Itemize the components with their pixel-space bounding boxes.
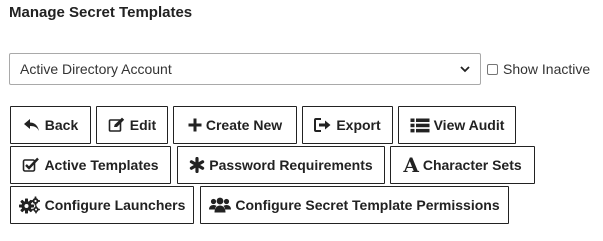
view-audit-button[interactable]: View Audit <box>398 106 516 144</box>
export-icon <box>314 118 332 132</box>
template-select-value: Active Directory Account <box>20 61 172 77</box>
page-title: Manage Secret Templates <box>9 4 193 21</box>
password-requirements-button[interactable]: Password Requirements <box>177 146 385 184</box>
show-inactive-toggle[interactable]: Show Inactive <box>487 61 590 77</box>
show-inactive-label: Show Inactive <box>503 61 591 77</box>
template-select[interactable]: Active Directory Account <box>9 53 481 85</box>
configure-permissions-button-label: Configure Secret Template Permissions <box>235 197 500 213</box>
edit-button-label: Edit <box>129 117 157 133</box>
active-templates-button-label: Active Templates <box>44 157 159 173</box>
export-button-label: Export <box>336 117 381 133</box>
configure-launchers-button[interactable]: Configure Launchers <box>10 186 194 224</box>
view-audit-button-label: View Audit <box>433 117 505 133</box>
create-new-button[interactable]: Create New <box>173 106 297 144</box>
chevron-down-icon <box>458 62 472 76</box>
users-icon <box>209 197 232 213</box>
back-button-label: Back <box>44 117 79 133</box>
plus-icon <box>188 118 202 132</box>
active-templates-button[interactable]: Active Templates <box>10 146 171 184</box>
character-sets-button-label: Character Sets <box>422 157 522 173</box>
edit-icon <box>108 117 126 133</box>
back-arrow-icon <box>23 118 41 132</box>
password-requirements-button-label: Password Requirements <box>209 157 373 173</box>
list-icon <box>410 118 430 133</box>
show-inactive-checkbox[interactable] <box>487 63 498 75</box>
create-new-button-label: Create New <box>205 117 283 133</box>
export-button[interactable]: Export <box>302 106 393 144</box>
configure-launchers-button-label: Configure Launchers <box>44 197 186 213</box>
gears-icon <box>18 196 41 214</box>
character-sets-button[interactable]: A Character Sets <box>390 146 535 184</box>
checkbox-check-icon <box>22 157 40 173</box>
configure-permissions-button[interactable]: Configure Secret Template Permissions <box>200 186 509 224</box>
font-icon: A <box>403 153 419 177</box>
back-button[interactable]: Back <box>10 106 91 144</box>
edit-button[interactable]: Edit <box>96 106 168 144</box>
asterisk-icon <box>189 157 205 173</box>
